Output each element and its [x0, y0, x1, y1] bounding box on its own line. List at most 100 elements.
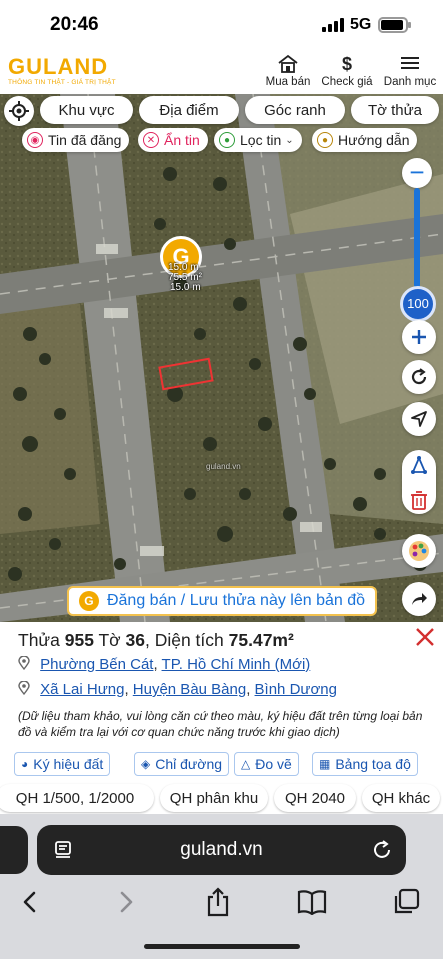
action-label: Bảng tọa độ — [335, 756, 411, 772]
nav-danh-muc[interactable]: Danh mục — [380, 54, 440, 88]
reload-icon[interactable] — [371, 839, 393, 861]
city-link[interactable]: TP. Hồ Chí Minh (Mới) — [162, 656, 311, 673]
navigation-arrow-icon — [411, 411, 427, 427]
address-bar[interactable]: guland.vn — [37, 825, 406, 875]
previous-tab-edge[interactable] — [0, 826, 28, 874]
sheet-prefix: Tờ — [93, 630, 126, 650]
filter-goc-ranh[interactable]: Góc ranh — [245, 96, 345, 124]
logo-tagline: THÔNG TIN THẬT - GIÁ TRỊ THẬT — [8, 79, 116, 86]
zoom-in-button[interactable] — [402, 320, 436, 354]
chevron-down-icon: ⌄ — [285, 134, 294, 146]
guland-logo[interactable]: GULAND THÔNG TIN THẬT - GIÁ TRỊ THẬT — [8, 54, 116, 87]
address-separator: , — [124, 681, 133, 698]
parcel-number: 955 — [64, 630, 94, 650]
nav-mua-ban[interactable]: Mua bán — [258, 54, 318, 88]
hide-icon: ✕ — [143, 132, 159, 148]
draw-polygon-icon[interactable] — [409, 454, 429, 481]
measure-button[interactable]: △ Đo vẽ — [234, 752, 299, 776]
district-link[interactable]: Huyện Bàu Bàng — [133, 681, 246, 698]
zoom-out-button[interactable]: − — [402, 158, 432, 188]
back-icon[interactable] — [12, 884, 48, 920]
toggle-huong-dan[interactable]: ● Hướng dẫn — [312, 128, 418, 152]
filter-khu-vuc[interactable]: Khu vực — [40, 96, 133, 124]
toggle-tin-da-dang[interactable]: ◉ Tin đã đăng — [22, 128, 130, 152]
toggle-label: Tin đã đăng — [48, 132, 122, 148]
refresh-icon — [411, 368, 427, 385]
filter-pin-icon: ● — [219, 132, 235, 148]
url-text: guland.vn — [180, 839, 263, 860]
address-separator: , — [246, 681, 255, 698]
house-icon — [258, 54, 318, 74]
satellite-map[interactable] — [0, 94, 443, 622]
directions-button[interactable]: ◈ Chỉ đường — [134, 752, 230, 776]
dollar-icon: $ — [341, 54, 352, 74]
area-prefix: , Diện tích — [144, 630, 229, 650]
toggle-label: Ẩn tin — [164, 132, 200, 148]
share-arrow-icon — [412, 593, 427, 605]
title-prefix: Thửa — [18, 630, 65, 650]
forward-icon[interactable] — [108, 884, 144, 920]
filter-to-thua[interactable]: Tờ thửa — [351, 96, 439, 124]
sheet-number: 36 — [125, 630, 145, 650]
ward-link[interactable]: Phường Bến Cát — [40, 656, 153, 673]
guland-marker-icon: G — [78, 591, 99, 611]
parcel-actions: ◕ Ký hiệu đất ◈ Chỉ đường △ Đo vẽ ▦ Bảng… — [14, 752, 434, 776]
tabs-icon[interactable] — [388, 884, 424, 920]
address-new: Phường Bến Cát, TP. Hồ Chí Minh (Mới) — [18, 656, 310, 673]
menu-icon — [380, 54, 440, 74]
map-watermark: guland.vn — [206, 462, 241, 471]
zoom-level-handle[interactable]: 100 — [400, 286, 436, 322]
network-type: 5G — [350, 16, 372, 33]
app-screen: 20:46 5G GULAND THÔNG TIN THẬT - GIÁ TRỊ… — [0, 0, 443, 959]
action-label: Ký hiệu đất — [33, 756, 104, 772]
filter-dia-diem[interactable]: Địa điểm — [139, 96, 239, 124]
post-listing-button[interactable]: G Đăng bán / Lưu thửa này lên bản đồ — [67, 586, 377, 616]
planning-khac[interactable]: QH khác — [362, 784, 440, 812]
table-icon: ▦ — [319, 757, 331, 771]
refresh-button[interactable] — [402, 360, 436, 394]
nav-label: Mua bán — [265, 76, 311, 88]
parcel-dim-bottom: 15.0 m — [170, 282, 201, 293]
map-style-button[interactable] — [402, 534, 436, 568]
browser-bar: guland.vn — [0, 814, 443, 959]
parcel-title: Thửa 955 Tờ 36, Diện tích 75.47m² — [18, 630, 294, 651]
posted-icon: ◉ — [27, 132, 43, 148]
disclaimer-text: (Dữ liệu tham khảo, vui lòng căn cứ theo… — [18, 709, 423, 739]
zoom-slider[interactable] — [414, 188, 420, 288]
measure-icon: △ — [241, 757, 251, 771]
palette-icon: ◕ — [21, 757, 29, 771]
share-icon[interactable] — [200, 884, 236, 920]
coordinate-table-button[interactable]: ▦ Bảng tọa độ — [312, 752, 418, 776]
toggle-label: Hướng dẫn — [338, 132, 410, 148]
logo-text: GULAND — [8, 54, 109, 79]
directions-icon: ◈ — [141, 757, 151, 771]
toggle-an-tin[interactable]: ✕ Ẩn tin — [138, 128, 208, 152]
map-filter-bar: Khu vực Địa điểm Góc ranh Tờ thửa — [0, 96, 443, 124]
status-time: 20:46 — [50, 14, 99, 35]
parcel-area: 75.47m² — [228, 630, 294, 650]
planning-2040[interactable]: QH 2040 — [274, 784, 356, 812]
nav-check-gia[interactable]: $ Check giá — [317, 54, 377, 88]
land-symbol-button[interactable]: ◕ Ký hiệu đất — [14, 752, 111, 776]
province-link[interactable]: Bình Dương — [255, 681, 337, 698]
toggle-loc-tin[interactable]: ● Lọc tin ⌄ — [214, 128, 302, 152]
post-banner-label: Đăng bán / Lưu thửa này lên bản đồ — [106, 592, 366, 609]
share-button[interactable] — [402, 582, 436, 616]
close-panel-icon[interactable] — [414, 626, 436, 648]
draw-tools — [402, 450, 436, 514]
navigate-button[interactable] — [402, 402, 436, 436]
bookmarks-icon[interactable] — [294, 884, 330, 920]
palette-icon — [409, 541, 429, 561]
parcel-info-panel: Thửa 955 Tờ 36, Diện tích 75.47m² Phường… — [8, 622, 436, 780]
toggle-label: Lọc tin — [240, 132, 282, 148]
guide-icon: ● — [317, 132, 333, 148]
address-old: Xã Lai Hưng, Huyện Bàu Bàng, Bình Dương — [18, 681, 337, 698]
nav-label: Check giá — [321, 76, 373, 88]
planning-1-500[interactable]: QH 1/500, 1/2000 — [0, 784, 154, 812]
commune-link[interactable]: Xã Lai Hưng — [40, 681, 124, 698]
action-label: Đo vẽ — [255, 756, 292, 772]
planning-phan-khu[interactable]: QH phân khu — [160, 784, 268, 812]
action-label: Chỉ đường — [155, 756, 223, 772]
trash-icon[interactable] — [410, 490, 428, 515]
map-toggle-bar: ◉ Tin đã đăng ✕ Ẩn tin ● Lọc tin ⌄ ● Hướ… — [0, 128, 443, 152]
